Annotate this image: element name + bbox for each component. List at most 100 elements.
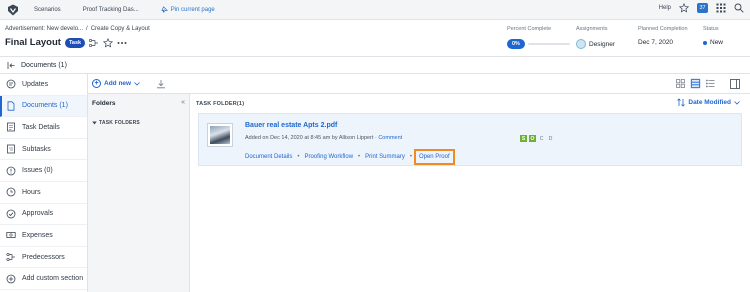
plus-circle-icon [6,274,16,284]
nav-item-hours[interactable]: Hours [0,182,87,204]
collapse-nav-icon[interactable] [7,61,16,70]
breadcrumb-parent[interactable]: Advertisement: New develo... [5,26,83,32]
document-added-info: Added on Dec 14, 2020 at 8:45 am by Alli… [245,135,374,141]
subtasks-icon [6,144,16,154]
meta-separator: · [374,135,377,141]
breadcrumb: Advertisement: New develo... / Create Copy… [5,26,150,32]
section-title-bar: Documents (1) [0,57,750,74]
notifications-badge[interactable]: 37 [697,3,708,13]
designer-avatar [576,39,586,49]
grid-view-icon[interactable] [675,78,686,89]
workfront-logo-icon[interactable] [6,3,20,17]
folders-heading: Folders [92,100,116,107]
card-list-view-icon[interactable] [690,78,701,89]
nav-item-label: Subtasks [22,145,51,153]
nav-item-issues[interactable]: Issues (0) [0,160,87,182]
badge-d: D [548,135,553,142]
document-thumbnail[interactable] [207,123,233,147]
task-folders-label: TASK FOLDERS [99,120,140,126]
nav-item-label: Updates [22,80,49,88]
documents-main: TASK FOLDER(1) Date Modified Bauer real … [190,94,750,292]
status-label: Status [703,26,719,32]
nav-item-label: Task Details [22,123,60,131]
document-name-link[interactable]: Bauer real estate Apts 2.pdf [245,122,337,129]
pin-label: Pin current page [170,6,215,13]
nav-item-label: Documents (1) [22,102,68,110]
side-panel-icon[interactable] [729,78,740,89]
badge-s: S [520,135,527,142]
favorite-star-icon[interactable] [103,37,114,48]
nav-item-expenses[interactable]: Expenses [0,225,87,247]
badge-o: O [529,135,536,142]
assignments-value[interactable]: Designer [576,39,615,49]
nav-item-updates[interactable]: Updates [0,74,87,96]
nav-item-label: Add custom section [22,275,84,283]
badge-c: C [539,135,544,142]
object-header: Advertisement: New develo... / Create Copy… [0,20,750,57]
app-grid-icon[interactable] [716,3,726,13]
status-dot-icon [703,40,707,45]
nav-item-documents[interactable]: Documents (1) [0,95,87,118]
add-new-button[interactable]: + Add new [92,79,140,88]
document-card[interactable]: Bauer real estate Apts 2.pdf Added on De… [198,113,742,166]
left-navigation: Updates Documents (1) Task Details Subta… [0,74,88,292]
chevron-down-icon [134,81,140,86]
percent-complete-slider[interactable] [527,43,570,45]
clock-icon [6,187,16,197]
status-value[interactable]: New [703,39,723,46]
nav-item-label: Approvals [22,210,54,218]
pin-icon [161,6,168,13]
top-nav: Scenarios Proof Tracking Das... Pin curr… [0,0,750,20]
nav-item-label: Hours [22,188,41,196]
plus-icon: + [92,79,101,88]
document-actions: Document Details • Proofing Workflow • P… [245,149,455,165]
search-icon[interactable] [734,3,744,13]
planned-completion-value[interactable]: Dec 7, 2020 [638,39,673,46]
task-folders-tree-item[interactable]: TASK FOLDERS [92,120,140,126]
page-title: Final Layout [5,37,61,48]
print-summary-link[interactable]: Print Summary [365,154,405,160]
nav-item-approvals[interactable]: Approvals [0,204,87,226]
nav-item-label: Expenses [22,231,53,239]
nav-tab-scenarios[interactable]: Scenarios [34,7,61,13]
sort-label: Date Modified [688,99,731,106]
pin-current-page-link[interactable]: Pin current page [161,6,215,13]
more-options-icon[interactable] [117,38,127,48]
task-folder-heading: TASK FOLDER(1) [196,101,245,107]
nav-item-task-details[interactable]: Task Details [0,117,87,139]
money-icon [6,230,16,240]
open-proof-link[interactable]: Open Proof [413,149,455,165]
nav-item-add-custom-section[interactable]: Add custom section [0,268,87,290]
star-icon[interactable] [679,3,689,13]
proofing-workflow-link[interactable]: Proofing Workflow [304,154,353,160]
nav-item-predecessors[interactable]: Predecessors [0,247,87,269]
assignments-label: Assignments [576,26,608,32]
issues-icon [6,166,16,176]
download-icon[interactable] [156,79,166,89]
nav-item-label: Issues (0) [22,167,53,175]
document-icon [6,101,16,111]
add-new-label: Add new [104,80,132,87]
document-details-link[interactable]: Document Details [245,154,292,160]
percent-complete-control[interactable]: 0% [507,39,570,49]
object-type-badge: Task [64,37,86,48]
details-icon [6,122,16,132]
help-link[interactable]: Help [659,5,671,11]
comment-link[interactable]: Comment [378,135,402,141]
sort-icon [677,98,686,107]
list-view-icon[interactable] [705,78,716,89]
document-meta: Added on Dec 14, 2020 at 8:45 am by Alli… [245,135,402,141]
percent-complete-value[interactable]: 0% [507,39,525,49]
hierarchy-icon[interactable] [89,38,99,48]
nav-tab-proof-tracking[interactable]: Proof Tracking Das... [83,7,139,13]
assignment-name: Designer [589,40,616,48]
nav-item-subtasks[interactable]: Subtasks [0,139,87,161]
planned-completion-label: Planned Completion [638,26,688,32]
status-text: New [710,39,724,46]
sort-dropdown[interactable]: Date Modified [677,98,740,107]
chevron-down-icon [734,100,740,105]
collapse-folders-icon[interactable]: « [181,99,185,106]
folders-panel: Folders « TASK FOLDERS [88,94,190,292]
breadcrumb-current[interactable]: Create Copy & Layout [91,26,150,32]
documents-toolbar: + Add new [88,74,750,94]
